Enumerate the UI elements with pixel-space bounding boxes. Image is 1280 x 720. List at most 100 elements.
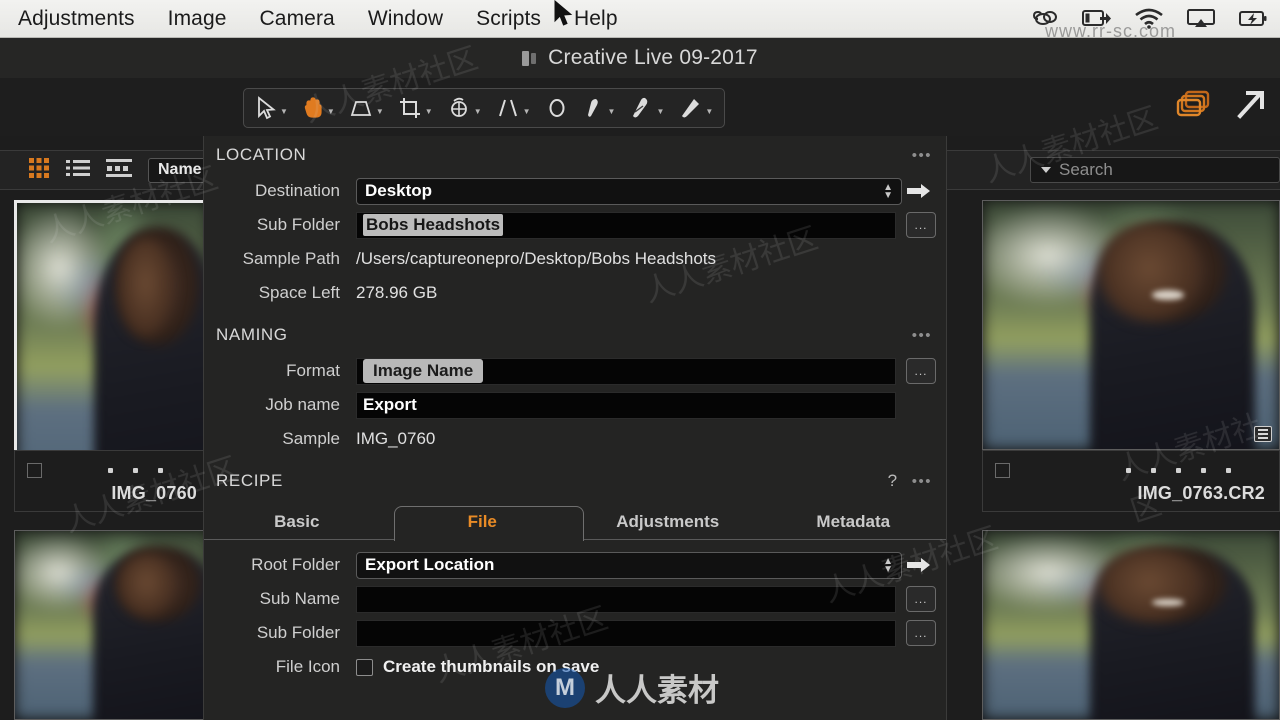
- subfolder-ellipsis-button[interactable]: ...: [906, 212, 936, 238]
- subfolder-input[interactable]: Bobs Headshots: [356, 211, 896, 239]
- chevron-down-icon: ▼: [280, 106, 288, 116]
- chevron-down-icon: ▼: [522, 106, 531, 116]
- subfolder-label: Sub Folder: [256, 215, 340, 234]
- job-name-label: Job name: [265, 395, 340, 414]
- sample-label: Sample: [282, 429, 340, 448]
- gradient-mask-tool[interactable]: ▼: [671, 92, 720, 124]
- tab-metadata[interactable]: Metadata: [761, 504, 947, 540]
- space-left-value: 278.96 GB: [356, 283, 438, 302]
- chevron-down-icon: [1041, 167, 1051, 173]
- view-mode-group: [28, 157, 132, 184]
- format-token[interactable]: Image Name: [363, 359, 484, 383]
- straighten-tool[interactable]: ▼: [489, 92, 538, 124]
- create-thumbnails-checkbox[interactable]: [356, 658, 373, 676]
- filmstrip-view-icon[interactable]: [106, 158, 132, 183]
- thumbnail-cell[interactable]: [982, 200, 1280, 450]
- thumbnail-frame[interactable]: [982, 200, 1280, 450]
- root-folder-select[interactable]: Export Location ▲ ▼: [356, 551, 902, 579]
- tab-adjustments[interactable]: Adjustments: [575, 504, 761, 540]
- destination-go-button[interactable]: [902, 182, 936, 200]
- search-field[interactable]: Search: [1030, 157, 1280, 183]
- thumbnail-frame[interactable]: [982, 530, 1280, 720]
- recipe-heading: RECIPE: [216, 471, 283, 490]
- menu-item-scripts[interactable]: Scripts: [476, 7, 541, 31]
- tool-strip: ▼ ▼ ▼ ▼ ▼ ▼ ▼ ▼ ▼: [243, 88, 726, 128]
- thumbnail-cell[interactable]: [982, 530, 1280, 720]
- chevron-down-icon: ▼: [473, 106, 482, 116]
- export-panel: LOCATION ••• Destination Desktop ▲ ▼ Sub …: [203, 136, 947, 720]
- battery-charging-icon[interactable]: [1238, 7, 1268, 31]
- menu-item-window[interactable]: Window: [368, 7, 443, 31]
- destination-value: Desktop: [365, 181, 433, 200]
- format-row: Format Image Name ...: [204, 354, 946, 388]
- sub-name-input[interactable]: [356, 585, 896, 613]
- format-ellipsis-button[interactable]: ...: [906, 358, 936, 384]
- format-label: Format: [286, 361, 340, 380]
- expand-arrow-icon[interactable]: [1232, 86, 1270, 127]
- naming-menu-icon[interactable]: •••: [912, 327, 932, 344]
- thumbnail-filename: IMG_0760: [111, 482, 197, 503]
- thumbnail-toprow: [983, 459, 1279, 483]
- subfolder-value: Bobs Headshots: [363, 214, 504, 236]
- erase-mask-tool[interactable]: ▼: [622, 92, 671, 124]
- menu-item-adjustments[interactable]: Adjustments: [18, 7, 135, 31]
- subfolder-row: Sub Folder Bobs Headshots ...: [204, 208, 946, 242]
- root-folder-go-button[interactable]: [902, 556, 936, 574]
- watermark-url: www.rr-sc.com: [1045, 21, 1176, 41]
- thumbnail-frame[interactable]: [14, 530, 212, 720]
- menu-item-image[interactable]: Image: [168, 7, 227, 31]
- chevron-down-icon: ▼: [424, 106, 433, 116]
- sample-path-row: Sample Path /Users/captureonepro/Desktop…: [204, 242, 946, 276]
- job-name-input[interactable]: Export: [356, 391, 896, 419]
- grid-view-icon[interactable]: [28, 157, 50, 184]
- format-input[interactable]: Image Name: [356, 357, 896, 385]
- pan-tool[interactable]: ▼: [295, 92, 342, 124]
- location-heading: LOCATION: [216, 145, 307, 164]
- space-left-row: Space Left 278.96 GB: [204, 276, 946, 310]
- stacked-windows-icon[interactable]: [1174, 86, 1214, 127]
- thumbnail-checkbox[interactable]: [27, 463, 42, 478]
- destination-row: Destination Desktop ▲ ▼: [204, 174, 946, 208]
- location-menu-icon[interactable]: •••: [912, 147, 932, 164]
- chevron-down-icon: ▼: [656, 106, 665, 116]
- photo-preview: [983, 201, 1279, 449]
- root-folder-label: Root Folder: [251, 555, 340, 574]
- airplay-icon[interactable]: [1186, 7, 1216, 31]
- thumbnail-cell[interactable]: [14, 530, 212, 720]
- thumbnail-list-icon[interactable]: [1254, 426, 1272, 442]
- stepper-icon[interactable]: ▲ ▼: [883, 556, 893, 574]
- tab-basic[interactable]: Basic: [204, 504, 390, 540]
- pointer-tool[interactable]: ▼: [248, 92, 295, 124]
- recipe-sub-folder-ellipsis-button[interactable]: ...: [906, 620, 936, 646]
- sub-name-ellipsis-button[interactable]: ...: [906, 586, 936, 612]
- rotate-tool[interactable]: ▼: [440, 92, 489, 124]
- recipe-menu-icon[interactable]: •••: [912, 473, 932, 490]
- destination-select[interactable]: Desktop ▲ ▼: [356, 177, 902, 205]
- menu-item-camera[interactable]: Camera: [260, 7, 335, 31]
- help-icon[interactable]: ?: [888, 471, 898, 491]
- chevron-down-icon: ▼: [326, 106, 335, 116]
- recipe-section-header: RECIPE ? •••: [204, 462, 946, 500]
- menu-item-help[interactable]: Help: [574, 7, 618, 31]
- toolbar-right-group: [1174, 86, 1270, 127]
- recipe-sub-folder-label: Sub Folder: [256, 623, 340, 642]
- tab-file[interactable]: File: [390, 504, 576, 540]
- thumbnail-toprow: [15, 459, 211, 483]
- file-icon-label: File Icon: [275, 657, 340, 676]
- brand-logo-icon: M: [545, 667, 585, 708]
- recipe-sub-folder-row: Sub Folder ...: [204, 616, 946, 650]
- rating-dots[interactable]: [108, 468, 199, 473]
- recipe-sub-folder-input[interactable]: [356, 619, 896, 647]
- job-name-row: Job name Export: [204, 388, 946, 422]
- rating-dots[interactable]: [1126, 468, 1267, 473]
- list-view-icon[interactable]: [66, 158, 90, 183]
- draw-mask-tool[interactable]: ▼: [576, 92, 623, 124]
- thumbnail-checkbox[interactable]: [995, 463, 1010, 478]
- chevron-down-icon: ▼: [705, 106, 714, 116]
- thumbnail-filename: IMG_0763.CR2: [1137, 482, 1265, 503]
- stepper-icon[interactable]: ▲ ▼: [883, 182, 893, 200]
- crop-tool[interactable]: ▼: [391, 92, 440, 124]
- spot-removal-tool[interactable]: [538, 92, 576, 124]
- keystone-tool[interactable]: ▼: [342, 92, 391, 124]
- document-icon: [522, 50, 539, 67]
